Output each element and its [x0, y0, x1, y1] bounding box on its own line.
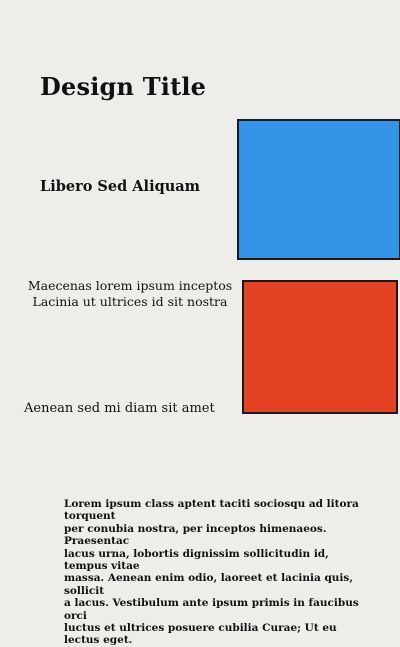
body-line: per conubia nostra, per inceptos himenae…	[64, 522, 327, 548]
body-line: a lacus. Vestibulum ante ipsum primis in…	[64, 597, 359, 622]
caption-line: Maecenas lorem ipsum inceptos	[27, 278, 233, 293]
subtitle: Libero Sed Aliquam	[40, 178, 200, 195]
page-title: Design Title	[40, 72, 207, 101]
body-line: luctus et ultrices posuere cubilia Curae…	[64, 622, 337, 647]
caption-single: Aenean sed mi diam sit amet	[24, 401, 215, 416]
caption-block: Maecenas lorem ipsum inceptos Lacinia ut…	[25, 278, 235, 310]
caption-line: Lacinia ut ultrices id sit nostra	[32, 294, 228, 309]
body-line: massa. Aenean enim odio, laoreet et laci…	[64, 572, 353, 597]
red-rectangle	[242, 280, 398, 414]
body-line: lacus urna, lobortis dignissim sollicitu…	[64, 547, 329, 573]
body-line: Lorem ipsum class aptent taciti sociosqu…	[64, 498, 359, 523]
body-paragraph: Lorem ipsum class aptent taciti sociosqu…	[64, 498, 364, 647]
blue-rectangle	[237, 119, 400, 260]
